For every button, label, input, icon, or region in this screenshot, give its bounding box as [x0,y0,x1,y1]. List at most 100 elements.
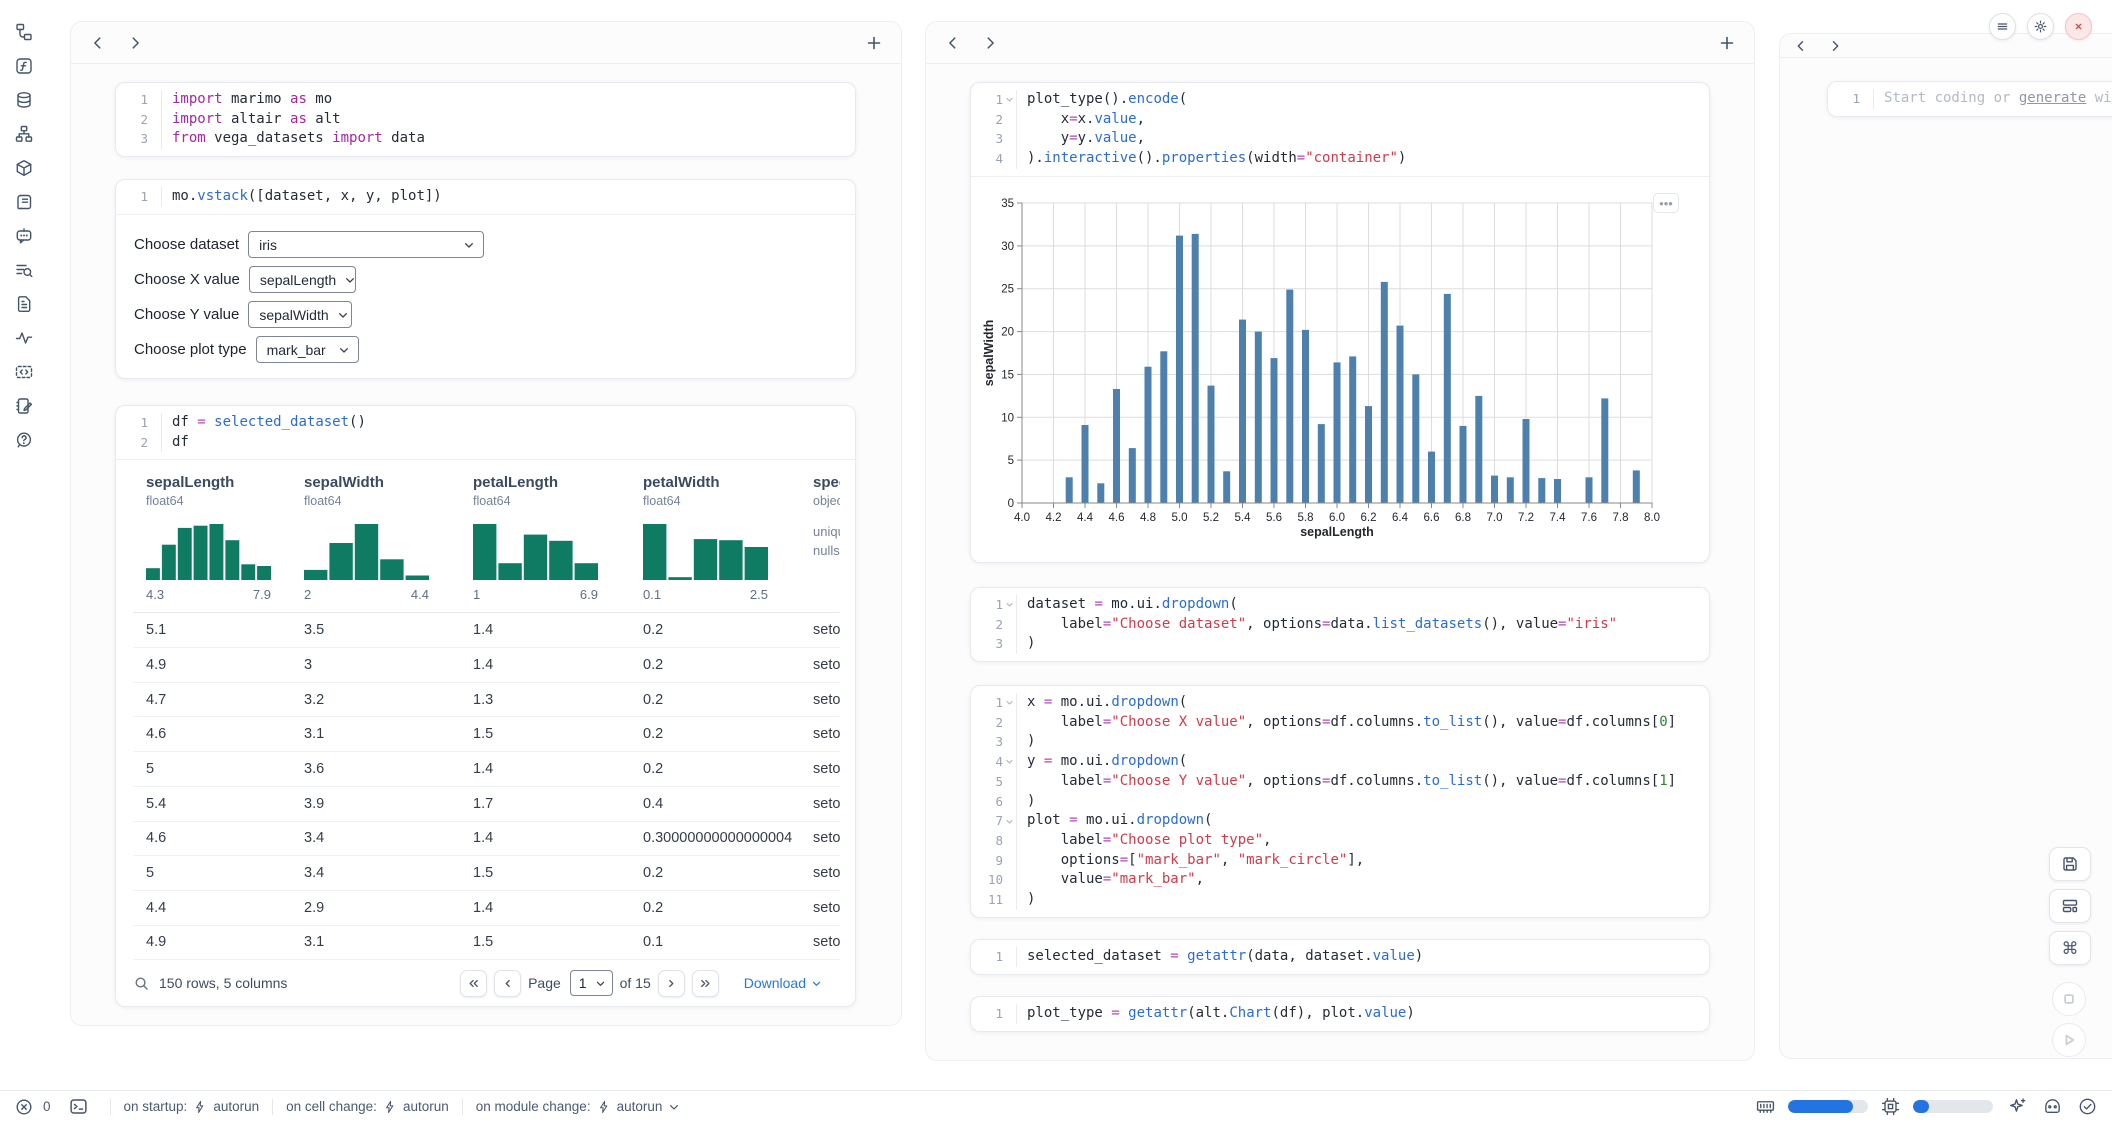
code-cell-plot[interactable]: 1plot_type().encode(2 x=x.value,3 y=y.va… [970,82,1710,563]
fold-caret-icon[interactable] [1003,90,1016,110]
column-histogram[interactable] [146,520,271,580]
code-cell-vstack[interactable]: 1mo.vstack([dataset, x, y, plot]) Choose… [115,179,856,379]
code-editor[interactable]: 1 Start coding or generate with AI [1828,82,2112,116]
sidebar-help-icon[interactable] [15,431,33,449]
table-row[interactable]: 4.63.11.50.2setos [133,717,840,752]
first-page-button[interactable] [460,970,487,997]
column-histogram[interactable] [643,520,768,580]
sidebar-notebook-icon[interactable] [15,397,33,415]
close-panel-button[interactable] [2065,13,2092,40]
prev-page-button[interactable] [494,970,521,997]
connection-status-button[interactable] [2076,1096,2098,1118]
sidebar-activity-icon[interactable] [15,329,33,347]
table-row[interactable]: 4.93.11.50.1setos [133,926,840,961]
ai-assist-button[interactable] [2006,1096,2028,1118]
table-row[interactable]: 4.42.91.40.2setos [133,891,840,926]
table-row[interactable]: 4.63.41.40.30000000000000004setos [133,822,840,857]
page-select[interactable]: 1 [570,970,613,996]
column-header-sepalWidth[interactable]: sepalWidthfloat6424.4 [291,474,460,602]
next-page-button[interactable] [658,970,685,997]
chevron-down-icon [338,344,350,356]
table-row[interactable]: 4.73.21.30.2setos [133,683,840,718]
line-number: 2 [124,433,148,453]
last-page-button[interactable] [692,970,719,997]
sidebar-package-icon[interactable] [15,159,33,177]
svg-text:6.0: 6.0 [1329,512,1345,524]
column-header-speci[interactable]: speciobjecuniqunulls: [800,474,840,602]
fold-caret-icon[interactable] [1003,752,1016,772]
sidebar-chat-icon[interactable] [15,227,33,245]
choose-y-value-select[interactable]: sepalWidth [248,301,352,328]
table-row[interactable]: 53.41.50.2setos [133,856,840,891]
layout-toggle-button[interactable] [2049,889,2091,923]
code-editor[interactable]: 1import marimo as mo2import altair as al… [116,83,855,156]
code-cell-selected-dataset[interactable]: 1selected_dataset = getattr(data, datase… [970,939,1710,975]
column-header-petalLength[interactable]: petalLengthfloat6416.9 [460,474,630,602]
generate-with-ai-link[interactable]: generate [2019,90,2086,106]
scroll-left-button[interactable] [1792,37,1810,55]
scroll-left-button[interactable] [942,32,964,54]
scroll-right-button[interactable] [124,32,146,54]
code-cell-plot-type[interactable]: 1plot_type = getattr(alt.Chart(df), plot… [970,996,1710,1032]
choose-dataset-select[interactable]: iris [248,231,484,258]
table-cell: 5 [133,761,291,777]
fold-caret-icon[interactable] [1003,693,1016,713]
scroll-left-button[interactable] [87,32,109,54]
sidebar-sitemap-icon[interactable] [15,125,33,143]
error-count-button[interactable] [14,1096,34,1118]
line-number: 3 [124,129,148,149]
table-cell: 5.4 [133,796,291,812]
code-cell-dataset-dropdown[interactable]: 1dataset = mo.ui.dropdown(2 label="Choos… [970,587,1710,662]
search-icon[interactable] [133,975,150,992]
save-notebook-button[interactable] [2049,847,2091,881]
code-editor[interactable]: 1selected_dataset = getattr(data, datase… [971,940,1709,974]
scratch-code-cell[interactable]: 1 Start coding or generate with AI [1827,81,2112,117]
column-header-petalWidth[interactable]: petalWidthfloat640.12.5 [630,474,800,602]
code-cell-imports[interactable]: 1import marimo as mo2import altair as al… [115,82,856,157]
table-row[interactable]: 4.931.40.2setos [133,648,840,683]
keyboard-shortcuts-button[interactable]: ⌘ [2049,931,2091,965]
download-button[interactable]: Download [738,974,828,992]
sidebar-database-icon[interactable] [15,91,33,109]
sidebar-script-icon[interactable] [15,193,33,211]
code-cell-dataframe[interactable]: 1df = selected_dataset()2df sepalLengthf… [115,405,856,1007]
column-histogram[interactable] [304,520,429,580]
fold-caret-icon[interactable] [1003,595,1016,615]
stop-kernel-button[interactable] [2052,982,2086,1016]
autorun-setting-1[interactable]: on startup:autorun [124,1099,260,1114]
code-editor[interactable]: 1mo.vstack([dataset, x, y, plot]) [116,180,855,214]
code-editor[interactable]: 1x = mo.ui.dropdown(2 label="Choose X va… [971,686,1709,917]
column-histogram[interactable] [473,520,598,580]
code-cell-ui-dropdowns[interactable]: 1x = mo.ui.dropdown(2 label="Choose X va… [970,685,1710,918]
scroll-right-button[interactable] [979,32,1001,54]
table-row[interactable]: 5.43.91.70.4setos [133,787,840,822]
settings-button[interactable] [2027,13,2054,40]
scroll-right-button[interactable] [1826,37,1844,55]
code-editor[interactable]: 1plot_type().encode(2 x=x.value,3 y=y.va… [971,83,1709,176]
table-row[interactable]: 5.13.51.40.2setos [133,613,840,648]
choose-x-value-select[interactable]: sepalLength [249,266,356,293]
code-editor[interactable]: 1df = selected_dataset()2df [116,406,855,459]
sidebar-file-tree-icon[interactable] [15,23,33,41]
add-cell-button[interactable] [1716,32,1738,54]
table-cell: 3.1 [291,934,460,950]
assistant-button[interactable] [2041,1096,2063,1118]
choose-plot-type-select[interactable]: mark_bar [256,336,359,363]
run-all-button[interactable] [2052,1023,2086,1057]
sepal-bar-chart[interactable]: 4.04.24.44.64.85.05.25.45.65.86.06.26.46… [982,193,1682,543]
panel-menu-button[interactable] [1989,13,2016,40]
code-editor[interactable]: 1plot_type = getattr(alt.Chart(df), plot… [971,997,1709,1031]
sidebar-function-icon[interactable] [15,57,33,75]
sidebar-document-icon[interactable] [15,295,33,313]
add-cell-button[interactable] [863,32,885,54]
fold-caret-icon[interactable] [1003,811,1016,831]
autorun-setting-2[interactable]: on cell change:autorun [286,1099,449,1114]
sidebar-snippet-icon[interactable] [15,363,33,381]
column-header-sepalLength[interactable]: sepalLengthfloat644.37.9 [133,474,291,602]
chart-options-button[interactable]: ••• [1653,193,1679,213]
sidebar-search-list-icon[interactable] [15,261,33,279]
table-row[interactable]: 53.61.40.2setos [133,752,840,787]
autorun-setting-3[interactable]: on module change:autorun [476,1099,681,1114]
code-editor[interactable]: 1dataset = mo.ui.dropdown(2 label="Choos… [971,588,1709,661]
terminal-button[interactable] [68,1096,90,1118]
